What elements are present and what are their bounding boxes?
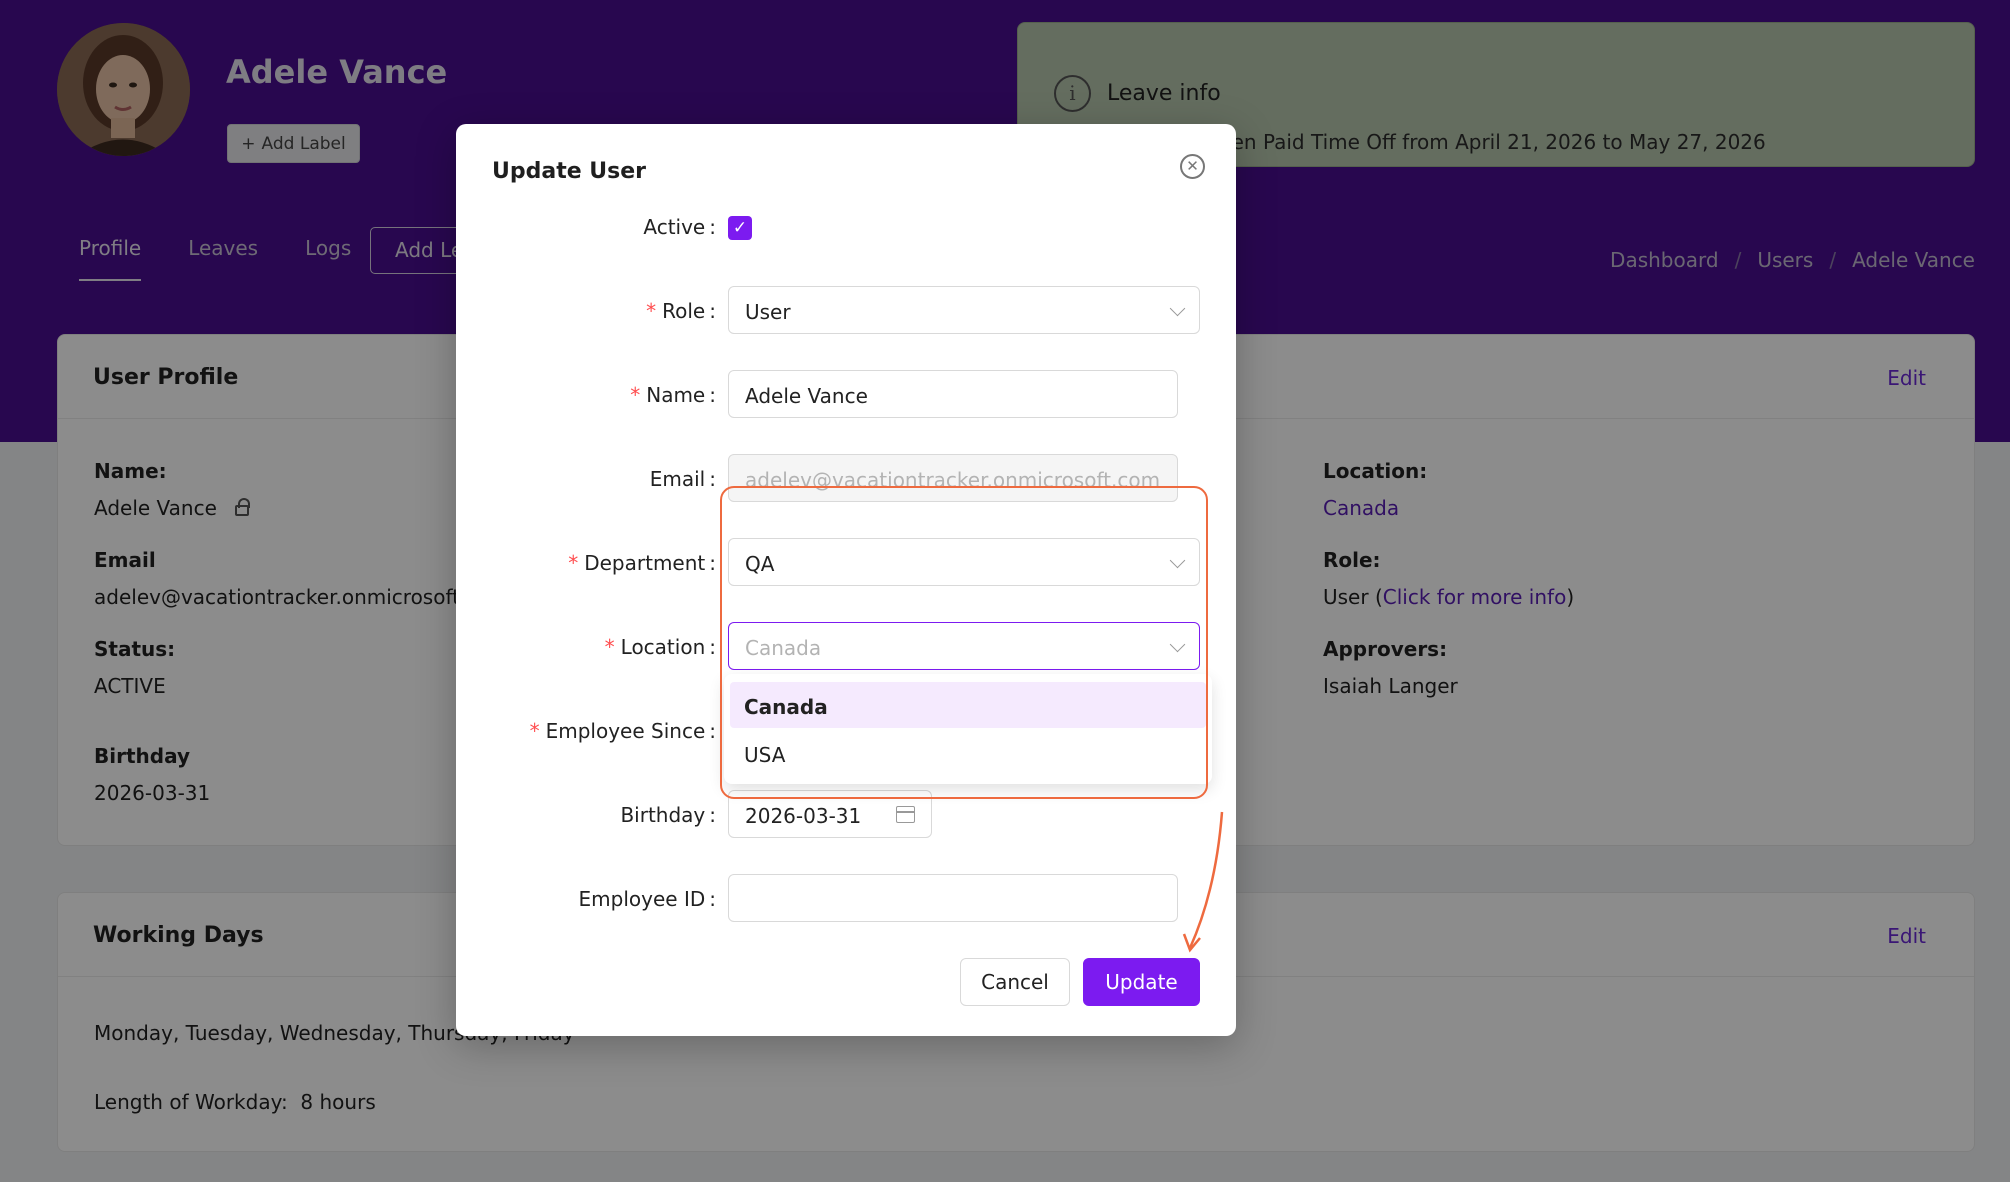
employee-since-label-text: Employee Since xyxy=(545,719,706,743)
location-highlight-annotation xyxy=(720,486,1208,799)
name-label-text: Name xyxy=(646,383,706,407)
active-label-text: Active xyxy=(643,215,706,239)
update-button[interactable]: Update xyxy=(1083,958,1200,1006)
location-label-text: Location xyxy=(620,635,706,659)
birthday-label: Birthday: xyxy=(620,803,716,827)
chevron-down-icon xyxy=(1169,300,1186,317)
cancel-button[interactable]: Cancel xyxy=(960,958,1070,1006)
employee-id-input[interactable] xyxy=(728,874,1178,922)
employee-since-label: * Employee Since: xyxy=(529,719,716,743)
active-label: Active: xyxy=(643,215,716,239)
active-checkbox[interactable]: ✓ xyxy=(728,216,752,240)
name-label: * Name: xyxy=(630,383,716,407)
birthday-date-value: 2026-03-31 xyxy=(745,804,862,828)
role-label: * Role: xyxy=(646,299,716,323)
location-label: * Location: xyxy=(604,635,716,659)
department-label-text: Department xyxy=(584,551,706,575)
department-label: * Department: xyxy=(568,551,716,575)
role-label-text: Role xyxy=(662,299,706,323)
modal-title: Update User xyxy=(492,159,647,184)
email-label: Email: xyxy=(649,467,716,491)
annotation-arrow xyxy=(1182,811,1224,953)
calendar-icon xyxy=(896,806,915,823)
close-icon[interactable]: ✕ xyxy=(1180,154,1205,179)
name-input[interactable]: Adele Vance xyxy=(728,370,1178,418)
role-select[interactable]: User xyxy=(728,286,1200,334)
employee-id-label-text: Employee ID xyxy=(578,887,706,911)
role-select-value: User xyxy=(745,300,791,324)
email-label-text: Email xyxy=(649,467,706,491)
employee-id-label: Employee ID: xyxy=(578,887,716,911)
birthday-label-text: Birthday xyxy=(620,803,706,827)
